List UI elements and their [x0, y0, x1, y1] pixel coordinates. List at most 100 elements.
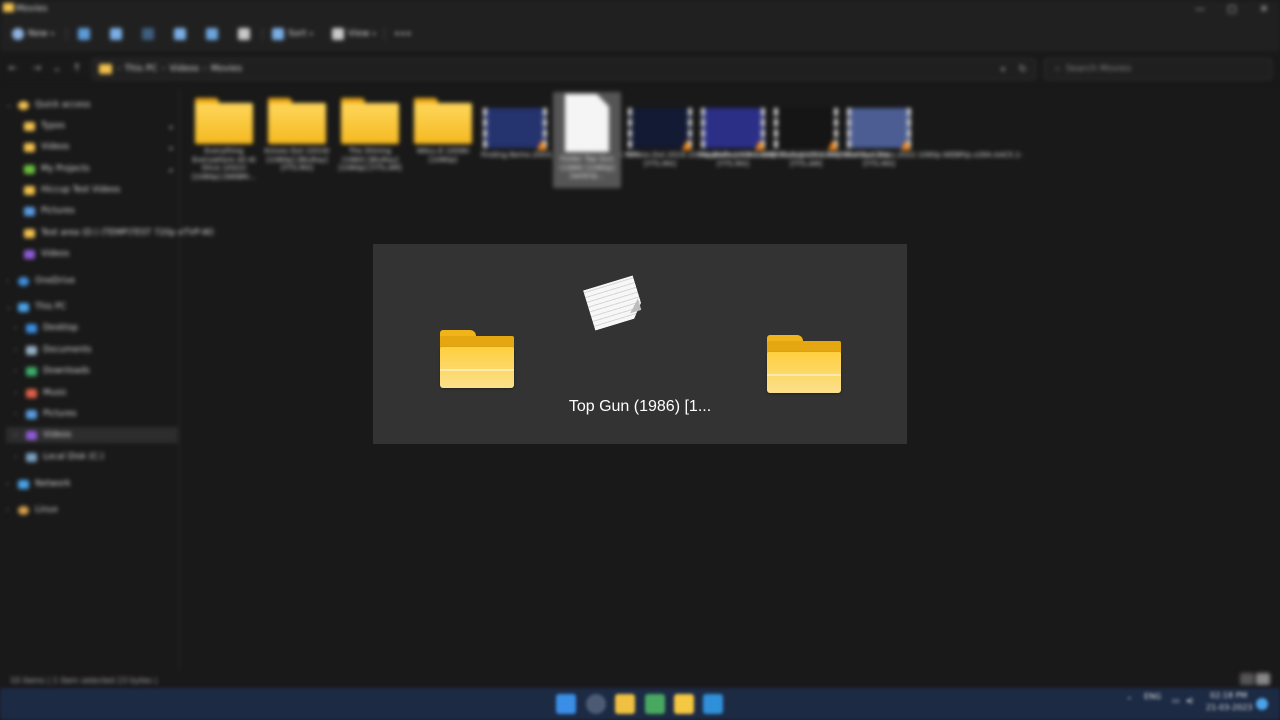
sort-button-label: Sort: [288, 29, 307, 39]
file-item-folder[interactable]: Knives Out (2019) [1080p] [BluRay] [YTS.…: [263, 92, 331, 173]
videos-icon: [26, 430, 37, 440]
operation-file-name: Top Gun (1986) [1...: [568, 398, 712, 415]
chevron-down-icon: ▾: [309, 30, 313, 38]
sidebar-item-videos-quick[interactable]: Videos: [24, 139, 69, 155]
notification-icon[interactable]: [1256, 698, 1268, 710]
new-button[interactable]: New ▾: [12, 26, 54, 42]
vlc-icon: [901, 140, 911, 150]
chevron-up-icon[interactable]: ⌃: [1126, 696, 1133, 705]
sidebar-item-linux[interactable]: › Linux: [6, 502, 58, 518]
file-item-folder[interactable]: The Shining (1980) [BluRay] [1080p] [YTS…: [336, 92, 404, 173]
breadcrumb-videos[interactable]: Videos: [169, 64, 199, 74]
file-item-video[interactable]: Magnolia.1999.1080p.BluRay.x264.AAC5.1-[…: [699, 92, 855, 168]
browser-icon[interactable]: [645, 694, 665, 714]
vscode-icon[interactable]: [703, 694, 723, 714]
sidebar-item-documents[interactable]: › Documents: [14, 342, 91, 358]
folder-icon: [24, 164, 35, 174]
rename-icon: [174, 28, 186, 40]
search-input[interactable]: ⌕ Search Movies: [1044, 58, 1272, 80]
breadcrumb-movies[interactable]: Movies: [211, 64, 242, 74]
chevron-down-icon[interactable]: ▾: [1001, 65, 1005, 74]
clock-date[interactable]: 21-03-2023: [1206, 703, 1253, 712]
chevron-down-icon: ▾: [372, 30, 376, 38]
videos-icon: [24, 249, 35, 259]
file-item-video[interactable]: Oldboy.2003.1080p.BluRay.x264-[YTS.AM]: [772, 92, 891, 168]
desktop-icon: [26, 323, 37, 333]
file-item-selected[interactable]: Folder Top Gun (1986) [1080p] [webrip...: [553, 92, 621, 188]
search-icon[interactable]: [586, 694, 606, 714]
folder-icon[interactable]: [674, 694, 694, 714]
file-explorer-icon[interactable]: [615, 694, 635, 714]
chevron-right-icon: ›: [14, 367, 17, 375]
file-name: Magnolia.1999.1080p.BluRay.x264.AAC5.1-[…: [699, 150, 855, 168]
breadcrumb-this-pc[interactable]: This PC: [125, 64, 158, 74]
sidebar-item-videos[interactable]: › Videos: [6, 427, 178, 443]
maximize-button[interactable]: □: [1216, 0, 1248, 18]
sidebar-item-pictures-quick[interactable]: Pictures: [24, 203, 75, 219]
network-icon[interactable]: ▭: [1172, 696, 1180, 705]
chevron-right-icon: ›: [6, 480, 9, 488]
sidebar-item-label: Videos: [43, 430, 72, 440]
rename-button[interactable]: [174, 26, 190, 42]
address-bar[interactable]: › This PC › Videos › Movies ▾ ↻: [92, 58, 1036, 80]
sidebar-item-downloads[interactable]: › Downloads: [14, 363, 90, 379]
start-icon[interactable]: [556, 694, 576, 714]
search-placeholder: Search Movies: [1066, 64, 1132, 74]
file-item-folder[interactable]: WALL-E (2008) [1080p]: [409, 92, 477, 164]
close-button[interactable]: ✕: [1248, 0, 1280, 18]
refresh-icon[interactable]: ↻: [1019, 64, 1027, 75]
file-item-video[interactable]: Knives.Out.2019.1080p.BluRay.x264.AAC-[Y…: [626, 92, 777, 168]
sidebar-item-network[interactable]: › Network: [6, 476, 71, 492]
sidebar-item-this-pc[interactable]: ⌄ This PC: [6, 299, 66, 315]
up-arrow-icon[interactable]: ↑: [70, 62, 84, 76]
chevron-right-icon: ›: [14, 346, 17, 354]
sort-button[interactable]: Sort ▾: [272, 26, 313, 42]
divider: [384, 28, 385, 40]
folder-icon: [24, 185, 35, 195]
more-options-button[interactable]: •••: [394, 26, 412, 42]
video-thumbnail: [847, 108, 911, 150]
sidebar-item-quick-access[interactable]: ⌄ Quick access: [6, 97, 90, 113]
file-item-folder[interactable]: Everything Everywhere All At Once (2022)…: [190, 92, 258, 181]
documents-icon: [26, 345, 37, 355]
details-view-icon[interactable]: [1240, 673, 1254, 685]
file-name: Everything Everywhere All At Once (2022)…: [192, 146, 256, 181]
sidebar-item-music[interactable]: › Music: [14, 385, 67, 401]
view-button[interactable]: View ▾: [332, 26, 376, 42]
scissors-icon: [78, 28, 90, 40]
sidebar-item-my-projects[interactable]: My Projects: [24, 161, 90, 177]
forward-arrow-icon[interactable]: →: [30, 62, 44, 76]
sidebar-item-typos[interactable]: Typos: [24, 118, 65, 134]
sidebar-item-onedrive[interactable]: › OneDrive: [6, 273, 75, 289]
volume-icon[interactable]: ◂): [1186, 696, 1193, 705]
command-bar: New ▾ Sort ▾ View ▾ •••: [0, 18, 1280, 50]
view-button-label: View: [348, 29, 370, 39]
video-thumbnail: [628, 108, 692, 150]
copy-icon: [110, 28, 122, 40]
recent-chevron-icon[interactable]: ⌄: [50, 62, 64, 76]
sidebar-item-pictures[interactable]: › Pictures: [14, 406, 77, 422]
sidebar-item-label: Network: [35, 479, 71, 489]
chevron-right-icon: ›: [14, 431, 17, 439]
chevron-down-icon: ⌄: [6, 303, 12, 311]
copy-button[interactable]: [110, 26, 126, 42]
tiles-view-icon[interactable]: [1256, 673, 1270, 685]
trash-icon: [238, 28, 250, 40]
minimize-button[interactable]: —: [1184, 0, 1216, 18]
share-button[interactable]: [206, 26, 222, 42]
sidebar-item-desktop[interactable]: › Desktop: [14, 320, 78, 336]
address-row: ← → ⌄ ↑ › This PC › Videos › Movies ▾ ↻ …: [0, 55, 1280, 83]
cut-button[interactable]: [78, 26, 94, 42]
delete-button[interactable]: [238, 26, 254, 42]
file-item-video[interactable]: The.Bad.Guys.2022.1080p.WEBRip.x264.AAC5…: [845, 92, 1023, 168]
language-indicator[interactable]: ENG: [1144, 692, 1161, 701]
file-item-video[interactable]: Finding.Nemo.2003.1080p.BluRay.x264.YIFY: [481, 92, 640, 160]
sidebar-item-hiccup-test-videos[interactable]: Hiccup Test Videos: [24, 182, 120, 198]
back-arrow-icon[interactable]: ←: [6, 62, 20, 76]
sidebar-item-videos-library[interactable]: Videos: [24, 246, 69, 262]
paste-button[interactable]: [142, 26, 158, 42]
folder-icon: [99, 64, 112, 74]
sidebar-item-local-disk[interactable]: › Local Disk (C:): [14, 449, 104, 465]
sidebar-item-label: Typos: [41, 121, 65, 131]
clock-time[interactable]: 02:18 PM: [1210, 691, 1247, 700]
